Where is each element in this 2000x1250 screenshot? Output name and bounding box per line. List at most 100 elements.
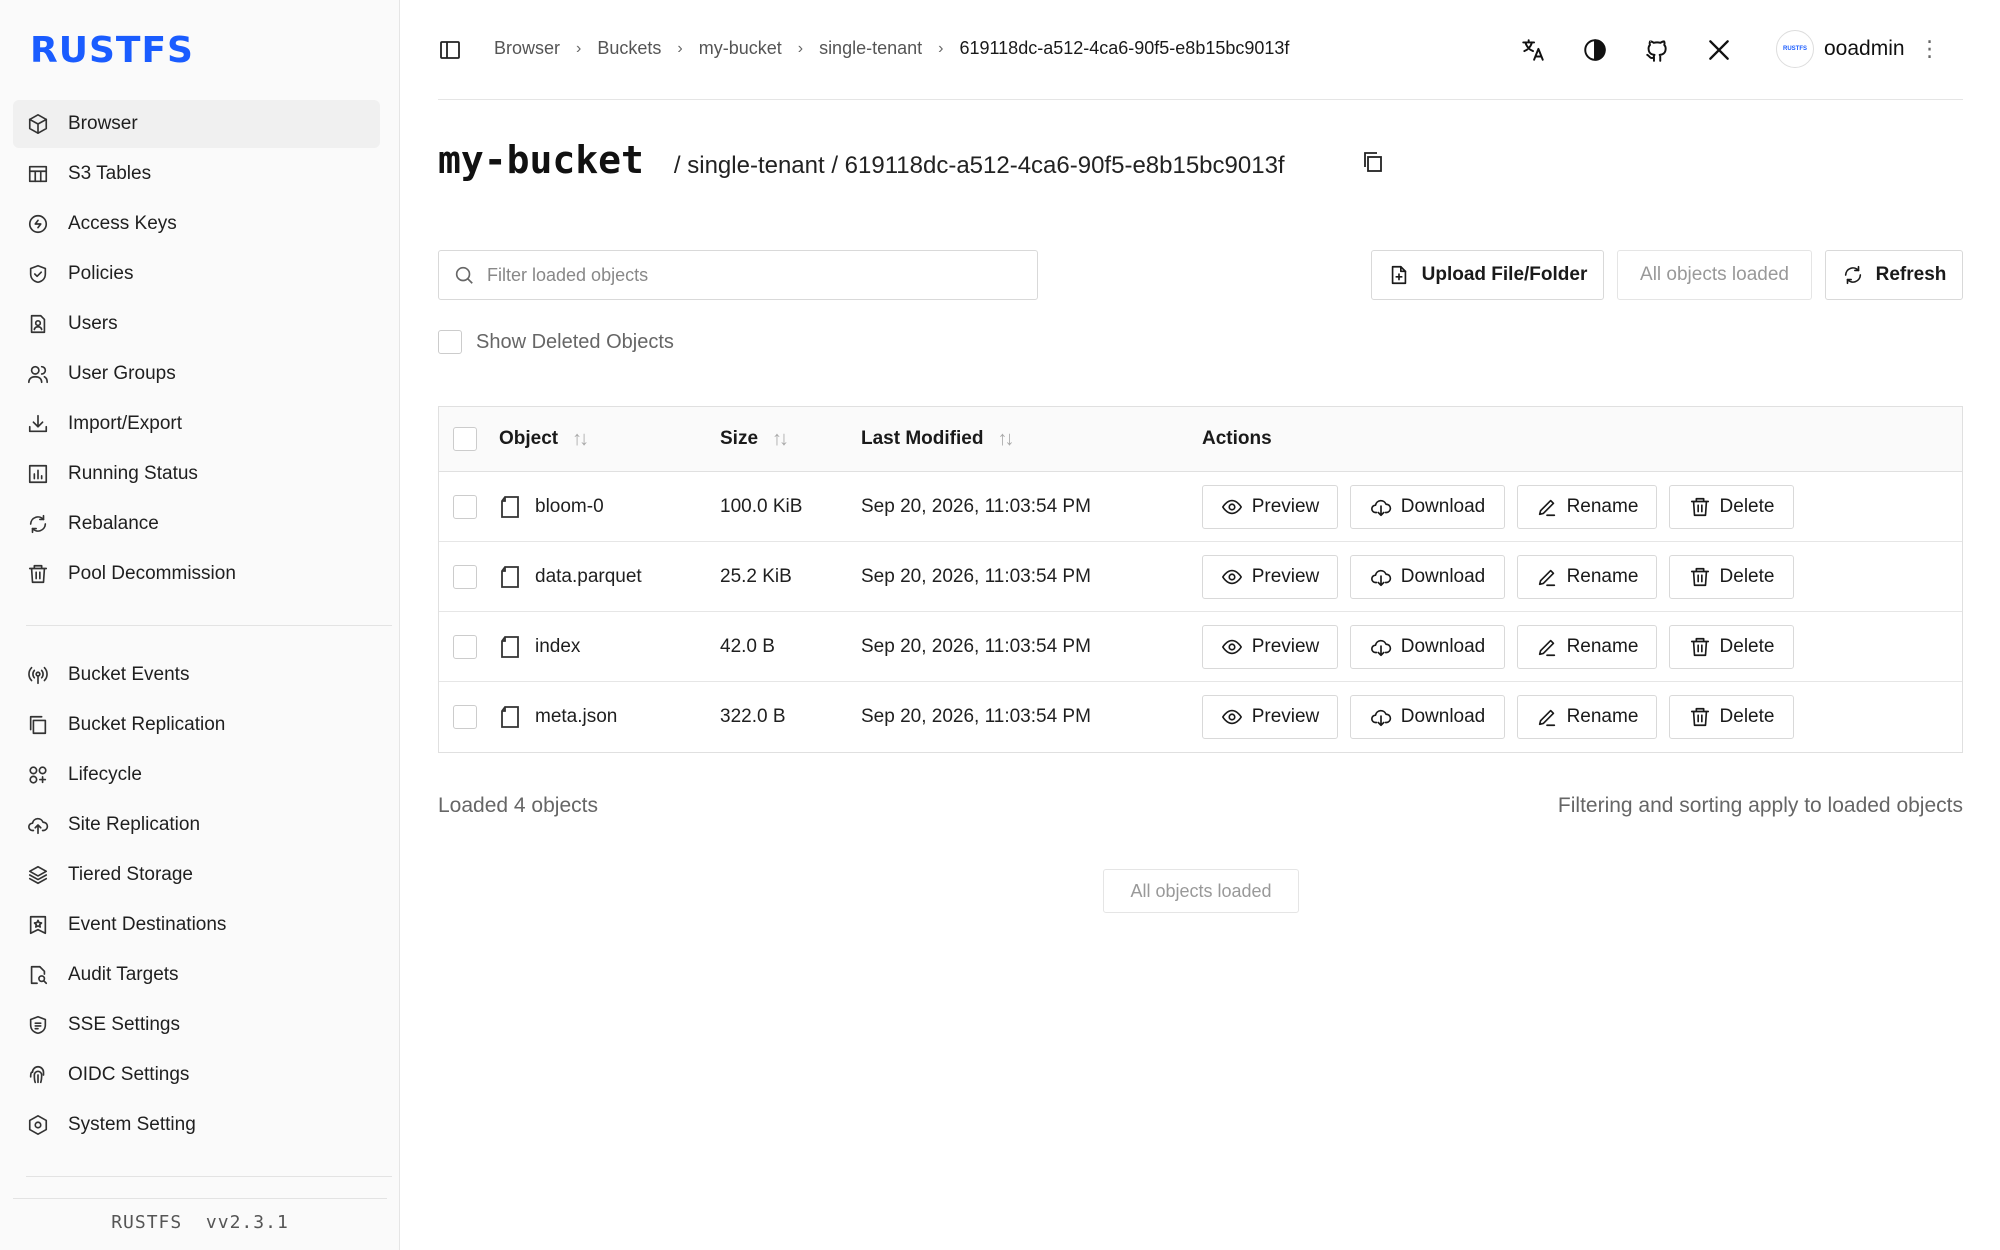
delete-button[interactable]: Delete — [1669, 695, 1794, 739]
breadcrumb-bucket[interactable]: my-bucket — [699, 38, 782, 59]
sidebar-divider — [26, 625, 392, 626]
sidebar-item-label: OIDC Settings — [68, 1064, 190, 1085]
select-all-checkbox[interactable] — [453, 427, 477, 451]
sidebar-item-bucket-events[interactable]: Bucket Events — [13, 651, 380, 699]
layers-icon — [26, 863, 50, 887]
filter-input[interactable] — [487, 264, 1007, 286]
theme-toggle-icon[interactable] — [1581, 36, 1609, 64]
object-cell[interactable]: data.parquet — [499, 542, 642, 611]
preview-button[interactable]: Preview — [1202, 484, 1338, 529]
sidebar-toggle-icon[interactable] — [438, 38, 462, 62]
eye-icon — [1221, 569, 1242, 584]
delete-button[interactable]: Delete — [1669, 484, 1794, 529]
sort-icon[interactable]: ↑↓ — [572, 428, 589, 451]
breadcrumb: Browser › Buckets › my-bucket › single-t… — [494, 38, 1289, 59]
row-actions: Preview Download Rename Delete — [1202, 682, 1806, 752]
object-name[interactable]: index — [535, 636, 580, 658]
trash-icon — [1690, 707, 1709, 727]
sidebar-item-label: Running Status — [68, 463, 198, 484]
user-menu[interactable]: RUSTFS ooadmin ⋮ — [1776, 30, 1941, 68]
delete-button[interactable]: Delete — [1669, 624, 1794, 669]
rename-button[interactable]: Rename — [1517, 554, 1657, 599]
sidebar-item-system-setting[interactable]: System Setting — [13, 1101, 380, 1149]
sidebar-item-event-destinations[interactable]: Event Destinations — [13, 901, 380, 949]
download-button[interactable]: Download — [1350, 554, 1505, 599]
download-button[interactable]: Download — [1350, 624, 1505, 669]
object-modified: Sep 20, 2026, 11:03:54 PM — [861, 565, 1091, 587]
breadcrumb-buckets[interactable]: Buckets — [597, 38, 661, 59]
sidebar-item-users[interactable]: Users — [13, 300, 380, 348]
sidebar-item-oidc-settings[interactable]: OIDC Settings — [13, 1051, 380, 1099]
user-card-icon — [26, 312, 50, 336]
sidebar-item-policies[interactable]: Policies — [13, 250, 380, 298]
copy-icon — [26, 713, 50, 737]
sidebar-item-tiered-storage[interactable]: Tiered Storage — [13, 851, 380, 899]
row-checkbox[interactable] — [453, 564, 477, 589]
sidebar-item-user-groups[interactable]: User Groups — [13, 350, 380, 398]
breadcrumb-folder[interactable]: single-tenant — [819, 38, 922, 59]
sidebar-item-label: Policies — [68, 263, 134, 284]
cube-icon — [26, 112, 50, 136]
sidebar-item-label: Rebalance — [68, 513, 159, 534]
upload-button-label: Upload File/Folder — [1421, 264, 1588, 285]
shield-check-icon — [26, 262, 50, 286]
column-last-modified[interactable]: Last Modified ↑↓ — [861, 407, 1014, 471]
preview-button[interactable]: Preview — [1202, 624, 1338, 669]
sidebar-item-sse-settings[interactable]: SSE Settings — [13, 1001, 380, 1049]
avatar[interactable]: RUSTFS — [1776, 30, 1814, 68]
sidebar-item-bucket-replication[interactable]: Bucket Replication — [13, 701, 380, 749]
sort-icon[interactable]: ↑↓ — [997, 428, 1014, 451]
more-vertical-icon[interactable]: ⋮ — [1919, 36, 1941, 62]
sort-icon[interactable]: ↑↓ — [772, 428, 789, 451]
sidebar-item-rebalance[interactable]: Rebalance — [13, 500, 380, 548]
download-button[interactable]: Download — [1350, 695, 1505, 739]
show-deleted-checkbox[interactable] — [438, 330, 462, 354]
object-cell[interactable]: meta.json — [499, 682, 617, 752]
refresh-button[interactable]: Refresh — [1825, 250, 1963, 300]
download-button[interactable]: Download — [1350, 484, 1505, 529]
rename-button[interactable]: Rename — [1517, 624, 1657, 669]
rename-button[interactable]: Rename — [1517, 695, 1657, 739]
key-circle-icon — [26, 212, 50, 236]
copy-path-icon[interactable] — [1361, 150, 1387, 176]
sidebar-item-site-replication[interactable]: Site Replication — [13, 801, 380, 849]
rename-button[interactable]: Rename — [1517, 484, 1657, 529]
sidebar-item-s3-tables[interactable]: S3 Tables — [13, 150, 380, 198]
translate-icon[interactable] — [1519, 36, 1547, 64]
column-object[interactable]: Object ↑↓ — [499, 407, 589, 471]
sidebar-item-label: Event Destinations — [68, 914, 227, 935]
eye-icon — [1221, 499, 1242, 514]
delete-button[interactable]: Delete — [1669, 554, 1794, 599]
username[interactable]: ooadmin — [1824, 37, 1905, 61]
sidebar-item-running-status[interactable]: Running Status — [13, 450, 380, 498]
sidebar-item-browser[interactable]: Browser — [13, 100, 380, 148]
object-name[interactable]: bloom-0 — [535, 496, 604, 518]
settings-hex-icon — [26, 1113, 50, 1137]
refresh-button-label: Refresh — [1875, 264, 1947, 285]
row-checkbox[interactable] — [453, 494, 477, 519]
trash-icon — [26, 562, 50, 586]
breadcrumb-browser[interactable]: Browser — [494, 38, 560, 59]
preview-button[interactable]: Preview — [1202, 554, 1338, 599]
object-name[interactable]: data.parquet — [535, 566, 642, 588]
x-twitter-icon[interactable] — [1705, 36, 1733, 64]
upload-button[interactable]: Upload File/Folder — [1371, 250, 1604, 300]
column-size[interactable]: Size ↑↓ — [720, 407, 789, 471]
github-icon[interactable] — [1643, 36, 1671, 64]
object-cell[interactable]: index — [499, 612, 580, 681]
show-deleted-toggle[interactable]: Show Deleted Objects — [438, 330, 674, 354]
sidebar-item-label: System Setting — [68, 1114, 196, 1135]
row-checkbox[interactable] — [453, 705, 477, 729]
sidebar-item-audit-targets[interactable]: Audit Targets — [13, 951, 380, 999]
object-cell[interactable]: bloom-0 — [499, 472, 604, 541]
object-name[interactable]: meta.json — [535, 706, 617, 728]
sidebar-item-lifecycle[interactable]: Lifecycle — [13, 751, 380, 799]
sidebar-item-pool-decommission[interactable]: Pool Decommission — [13, 550, 380, 598]
preview-button[interactable]: Preview — [1202, 695, 1338, 739]
file-icon — [499, 705, 521, 729]
sidebar-item-access-keys[interactable]: Access Keys — [13, 200, 380, 248]
sidebar-item-import-export[interactable]: Import/Export — [13, 400, 380, 448]
row-checkbox[interactable] — [453, 634, 477, 659]
rustfs-logo[interactable]: RUSTFS — [30, 30, 194, 71]
chevron-right-icon: › — [797, 39, 804, 57]
